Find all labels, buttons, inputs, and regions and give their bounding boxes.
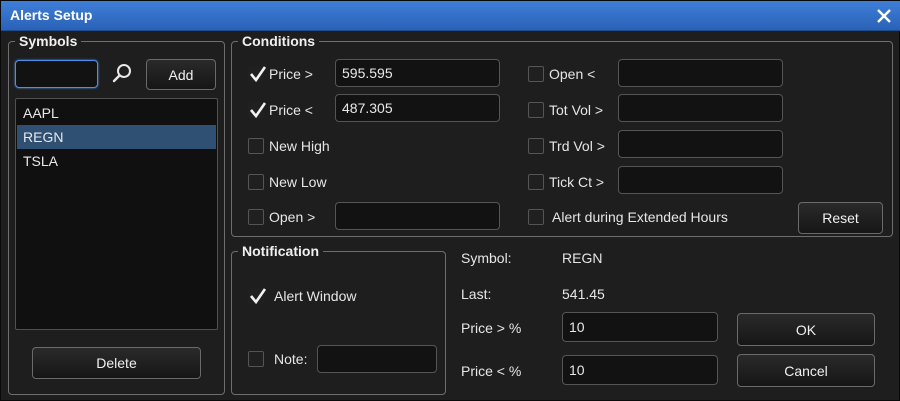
checkmark-icon	[250, 288, 267, 305]
price-lt-pct-label: Price < %	[461, 363, 522, 379]
cancel-button[interactable]: Cancel	[737, 354, 875, 387]
ok-button[interactable]: OK	[737, 313, 875, 346]
price-lt-pct-field[interactable]	[562, 355, 718, 385]
note-checkbox-row[interactable]: Note:	[248, 349, 307, 369]
trd-vol-field[interactable]	[618, 130, 783, 158]
open-gt-checkbox[interactable]	[248, 209, 264, 225]
alert-window-checkbox[interactable]	[248, 288, 267, 305]
checkmark-icon	[250, 102, 267, 119]
alerts-setup-window: Alerts Setup Symbols Add AAPL REGN TSLA …	[0, 0, 900, 401]
price-lt-label: Price <	[269, 102, 313, 118]
alert-window-label: Alert Window	[274, 288, 357, 304]
trd-vol-checkbox[interactable]	[528, 138, 544, 154]
tot-vol-checkbox[interactable]	[528, 102, 544, 118]
tick-ct-label: Tick Ct >	[549, 174, 605, 190]
title-bar: Alerts Setup	[1, 1, 900, 31]
alert-window-checkbox-row[interactable]: Alert Window	[248, 286, 356, 306]
notification-group: Notification Alert Window Note:	[231, 243, 446, 395]
new-low-checkbox[interactable]	[248, 174, 264, 190]
price-gt-field[interactable]	[335, 59, 500, 87]
new-high-label: New High	[269, 138, 330, 154]
close-icon	[877, 9, 891, 23]
tick-ct-checkbox-row[interactable]: Tick Ct >	[528, 172, 604, 192]
price-lt-checkbox[interactable]	[248, 102, 267, 119]
reset-button[interactable]: Reset	[798, 202, 883, 234]
open-gt-checkbox-row[interactable]: Open >	[248, 207, 315, 227]
price-lt-checkbox-row[interactable]: Price <	[248, 100, 313, 120]
note-field[interactable]	[317, 345, 437, 373]
symbol-label: AAPL	[23, 105, 59, 121]
notification-legend: Notification	[238, 243, 323, 259]
add-symbol-button[interactable]: Add	[146, 59, 216, 90]
tick-ct-checkbox[interactable]	[528, 174, 544, 190]
new-high-checkbox[interactable]	[248, 138, 264, 154]
trd-vol-label: Trd Vol >	[549, 138, 605, 154]
new-high-checkbox-row[interactable]: New High	[248, 136, 330, 156]
extended-hours-checkbox-row[interactable]: Alert during Extended Hours	[528, 207, 728, 227]
close-button[interactable]	[873, 5, 895, 27]
list-item[interactable]: TSLA	[17, 149, 216, 173]
open-lt-checkbox-row[interactable]: Open <	[528, 64, 595, 84]
symbols-list[interactable]: AAPL REGN TSLA	[15, 98, 218, 330]
open-lt-field[interactable]	[618, 59, 783, 87]
extended-hours-checkbox[interactable]	[528, 209, 544, 225]
price-gt-pct-label: Price > %	[461, 320, 522, 336]
note-checkbox[interactable]	[248, 351, 264, 367]
price-gt-pct-field[interactable]	[562, 312, 718, 342]
delete-symbol-button[interactable]: Delete	[32, 347, 201, 379]
window-title: Alerts Setup	[10, 7, 93, 23]
open-gt-label: Open >	[269, 209, 316, 225]
symbols-group: Symbols Add AAPL REGN TSLA Delete	[8, 33, 225, 395]
last-label: Last:	[461, 286, 492, 302]
price-lt-field[interactable]	[335, 94, 500, 122]
open-lt-checkbox[interactable]	[528, 66, 544, 82]
open-gt-field[interactable]	[335, 202, 500, 230]
symbol-search-input[interactable]	[15, 60, 98, 88]
symbol-value: REGN	[562, 250, 603, 266]
price-gt-checkbox-row[interactable]: Price >	[248, 64, 313, 84]
new-low-checkbox-row[interactable]: New Low	[248, 172, 327, 192]
price-gt-label: Price >	[269, 66, 313, 82]
checkmark-icon	[250, 66, 267, 83]
open-lt-label: Open <	[549, 66, 596, 82]
new-low-label: New Low	[269, 174, 327, 190]
conditions-group: Conditions Price > Price < New High New …	[231, 33, 893, 237]
symbols-legend: Symbols	[15, 33, 82, 49]
conditions-legend: Conditions	[238, 33, 320, 49]
list-item[interactable]: REGN	[17, 125, 216, 149]
list-item[interactable]: AAPL	[17, 101, 216, 125]
tot-vol-label: Tot Vol >	[549, 102, 604, 118]
note-label: Note:	[274, 351, 308, 367]
symbol-label: REGN	[23, 129, 64, 145]
last-value: 541.45	[562, 286, 605, 302]
extended-hours-label: Alert during Extended Hours	[552, 209, 728, 225]
search-icon[interactable]	[110, 61, 134, 85]
symbol-label: TSLA	[23, 153, 59, 169]
price-gt-checkbox[interactable]	[248, 66, 267, 83]
tick-ct-field[interactable]	[618, 166, 783, 194]
symbol-label: Symbol:	[461, 250, 512, 266]
tot-vol-checkbox-row[interactable]: Tot Vol >	[528, 100, 603, 120]
trd-vol-checkbox-row[interactable]: Trd Vol >	[528, 136, 605, 156]
tot-vol-field[interactable]	[618, 94, 783, 122]
